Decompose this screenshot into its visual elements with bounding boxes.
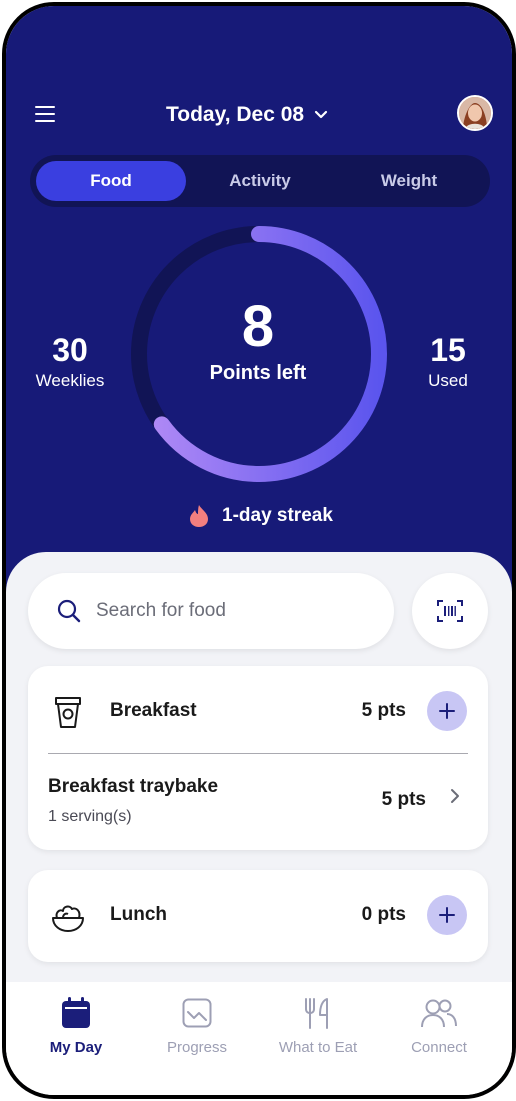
nav-what-to-eat[interactable]: What to Eat bbox=[263, 996, 373, 1056]
breakfast-divider bbox=[48, 753, 468, 754]
barcode-scan-button[interactable] bbox=[412, 573, 488, 649]
weeklies-label: Weeklies bbox=[35, 371, 105, 390]
weeklies-value: 30 bbox=[52, 332, 88, 368]
add-breakfast-button[interactable] bbox=[427, 691, 467, 731]
nav-my-day[interactable]: My Day bbox=[21, 996, 131, 1056]
flame-icon bbox=[190, 505, 208, 527]
date-label: Today, Dec 08 bbox=[166, 103, 305, 126]
food-item-serving: 1 serving(s) bbox=[48, 808, 132, 825]
tab-weight[interactable]: Weight bbox=[334, 161, 484, 201]
add-lunch-button[interactable] bbox=[427, 895, 467, 935]
chevron-down-icon bbox=[315, 110, 328, 119]
hamburger-menu-icon[interactable] bbox=[35, 106, 55, 122]
nav-progress[interactable]: Progress bbox=[142, 996, 252, 1056]
breakfast-card: Breakfast 5 pts Breakfast traybake 1 ser… bbox=[28, 666, 488, 850]
nav-progress-label: Progress bbox=[166, 1039, 228, 1056]
tab-activity-label: Activity bbox=[229, 171, 291, 190]
breakfast-header: Breakfast 5 pts bbox=[28, 666, 488, 758]
plus-icon bbox=[439, 907, 455, 923]
search-input[interactable]: Search for food bbox=[28, 573, 394, 649]
fork-knife-icon bbox=[305, 998, 328, 1029]
nav-my-day-label: My Day bbox=[49, 1039, 103, 1056]
food-item-breakfast-traybake[interactable]: Breakfast traybake 1 serving(s) 5 pts bbox=[28, 758, 488, 850]
lunch-points: 0 pts bbox=[361, 904, 406, 925]
search-icon bbox=[57, 599, 81, 623]
tab-food-label: Food bbox=[90, 171, 132, 190]
streak-label: 1-day streak bbox=[222, 505, 333, 526]
food-item-points: 5 pts bbox=[381, 789, 426, 810]
calendar-icon bbox=[62, 997, 90, 1028]
user-avatar[interactable] bbox=[457, 95, 493, 131]
points-left-label: Points left bbox=[209, 362, 307, 384]
nav-connect[interactable]: Connect bbox=[384, 996, 494, 1056]
weeklies-stat: 30 Weeklies bbox=[20, 332, 120, 392]
tab-activity[interactable]: Activity bbox=[185, 161, 335, 201]
daily-points-header: Today, Dec 08 Food Activity Weight 30 We… bbox=[6, 6, 512, 606]
points-left-value: 8 bbox=[241, 294, 275, 359]
bottom-navigation: My Day Progress What to Eat Connect bbox=[6, 982, 512, 1095]
streak-indicator: 1-day streak bbox=[188, 501, 333, 531]
lunch-title: Lunch bbox=[110, 904, 167, 925]
food-log-sheet: Search for food Breakfast 5 pts Breakfas… bbox=[6, 552, 512, 1012]
date-selector[interactable]: Today, Dec 08 bbox=[166, 98, 328, 132]
plus-icon bbox=[439, 703, 455, 719]
nav-what-to-eat-label: What to Eat bbox=[278, 1039, 358, 1056]
lunch-header: Lunch 0 pts bbox=[28, 870, 488, 962]
used-label: Used bbox=[428, 371, 468, 390]
lunch-card: Lunch 0 pts bbox=[28, 870, 488, 962]
tracking-tabs: Food Activity Weight bbox=[30, 155, 490, 207]
used-value: 15 bbox=[430, 332, 466, 368]
chevron-right-icon bbox=[451, 789, 459, 803]
chart-icon bbox=[182, 998, 212, 1028]
search-placeholder: Search for food bbox=[96, 600, 226, 621]
tab-weight-label: Weight bbox=[380, 171, 438, 190]
points-left-display: 8 Points left bbox=[168, 296, 348, 385]
coffee-cup-icon bbox=[55, 697, 81, 728]
barcode-scan-icon bbox=[437, 600, 463, 622]
food-item-name: Breakfast traybake bbox=[48, 776, 219, 797]
phone-screen: Today, Dec 08 Food Activity Weight 30 We… bbox=[2, 2, 516, 1099]
breakfast-points: 5 pts bbox=[361, 700, 406, 721]
breakfast-title: Breakfast bbox=[110, 700, 197, 721]
salad-bowl-icon bbox=[52, 905, 84, 932]
avatar-image bbox=[459, 97, 491, 129]
used-stat: 15 Used bbox=[398, 332, 498, 392]
nav-connect-label: Connect bbox=[411, 1039, 467, 1056]
people-icon bbox=[421, 999, 457, 1028]
tab-food[interactable]: Food bbox=[36, 161, 186, 201]
